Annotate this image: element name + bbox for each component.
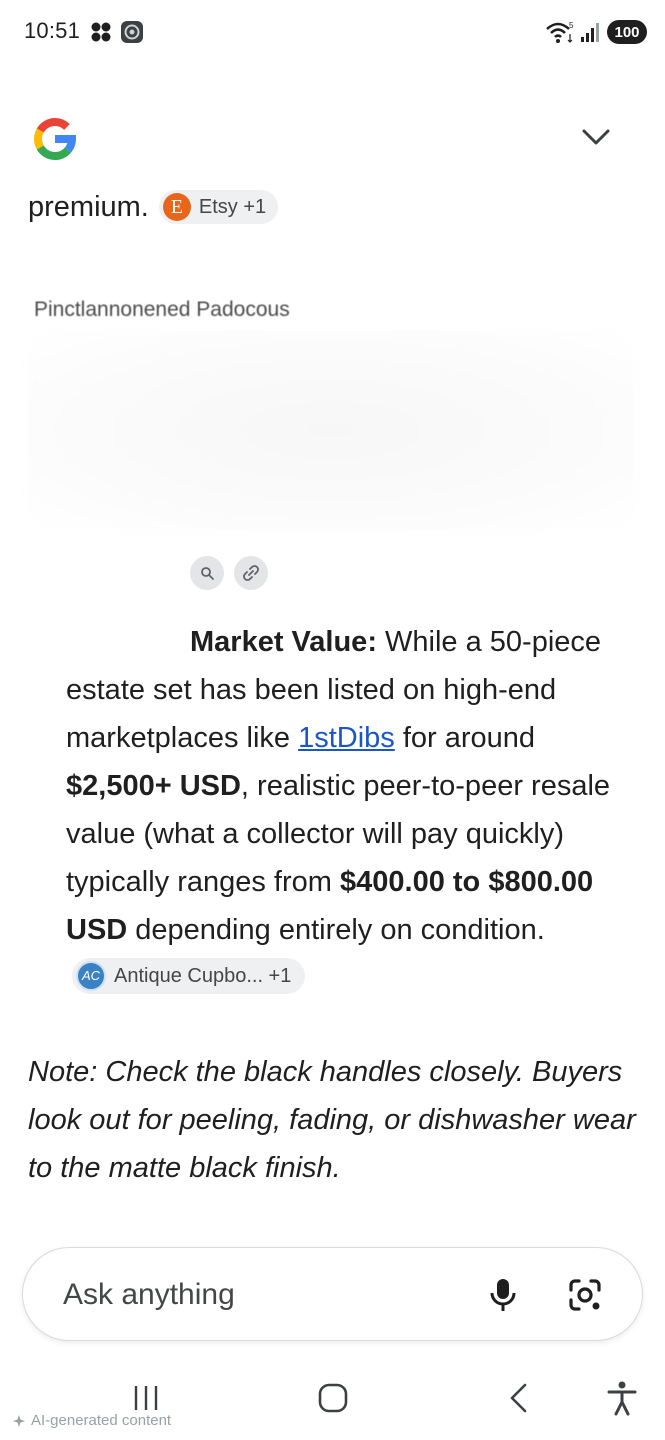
accessibility-icon[interactable] [606, 1380, 638, 1416]
blurred-content: Pinctlannonened Padocous [28, 290, 638, 590]
link-button[interactable] [234, 556, 268, 590]
market-text-2: for around [394, 722, 536, 754]
recents-icon[interactable] [130, 1384, 162, 1412]
price-listed: $2,500+ USD [66, 770, 241, 802]
source-chip-etsy[interactable]: E Etsy +1 [158, 190, 279, 224]
market-text-4: depending entirely on condition. [127, 914, 545, 946]
market-value-label: Market Value: [190, 626, 377, 658]
ai-generated-label: AI-generated content [12, 1412, 171, 1429]
app-badge-icon [121, 21, 143, 43]
status-bar: 10:51 5 100 [0, 0, 665, 64]
back-icon[interactable] [506, 1382, 532, 1414]
chevron-down-icon[interactable] [578, 122, 614, 152]
answer-text: premium. [28, 190, 149, 223]
note-paragraph: Note: Check the black handles closely. B… [28, 1056, 636, 1184]
share-icon [201, 567, 214, 580]
share-button[interactable] [190, 556, 224, 590]
status-indicators: 5 100 [545, 18, 647, 46]
ask-input[interactable]: Ask anything [63, 1278, 235, 1312]
etsy-logo: E [162, 193, 191, 221]
battery-icon: 100 [607, 20, 647, 44]
source-chip-antique-cupboard[interactable]: AC Antique Cupbo... +1 [72, 958, 306, 995]
svg-text:5: 5 [569, 21, 574, 30]
source-chip-label: Etsy +1 [198, 195, 267, 218]
wifi-icon: 5 [546, 21, 574, 43]
google-logo [34, 118, 77, 160]
signal-icon [581, 23, 599, 42]
ai-generated-text: AI-generated content [31, 1412, 172, 1429]
home-icon[interactable] [316, 1382, 350, 1414]
lens-icon[interactable] [565, 1276, 605, 1314]
link-icon [243, 565, 259, 581]
status-time: 10:51 [24, 18, 81, 43]
market-value-paragraph: Market Value: While a 50-piece estate se… [66, 618, 636, 1002]
ask-bar[interactable]: Ask anything [22, 1247, 643, 1341]
link-1stdibs[interactable]: 1stDibs [298, 722, 395, 754]
source-chip-label: Antique Cupbo... +1 [114, 965, 292, 988]
apps-icon [91, 22, 111, 42]
antique-cupboard-logo: AC [76, 961, 106, 992]
mic-icon[interactable] [485, 1276, 521, 1314]
answer-fragment: premium. E Etsy +1 [28, 190, 279, 224]
blurred-panel [28, 330, 634, 530]
blurred-title: Pinctlannonened Padocous [34, 298, 290, 321]
sparkle-icon [13, 1414, 25, 1427]
